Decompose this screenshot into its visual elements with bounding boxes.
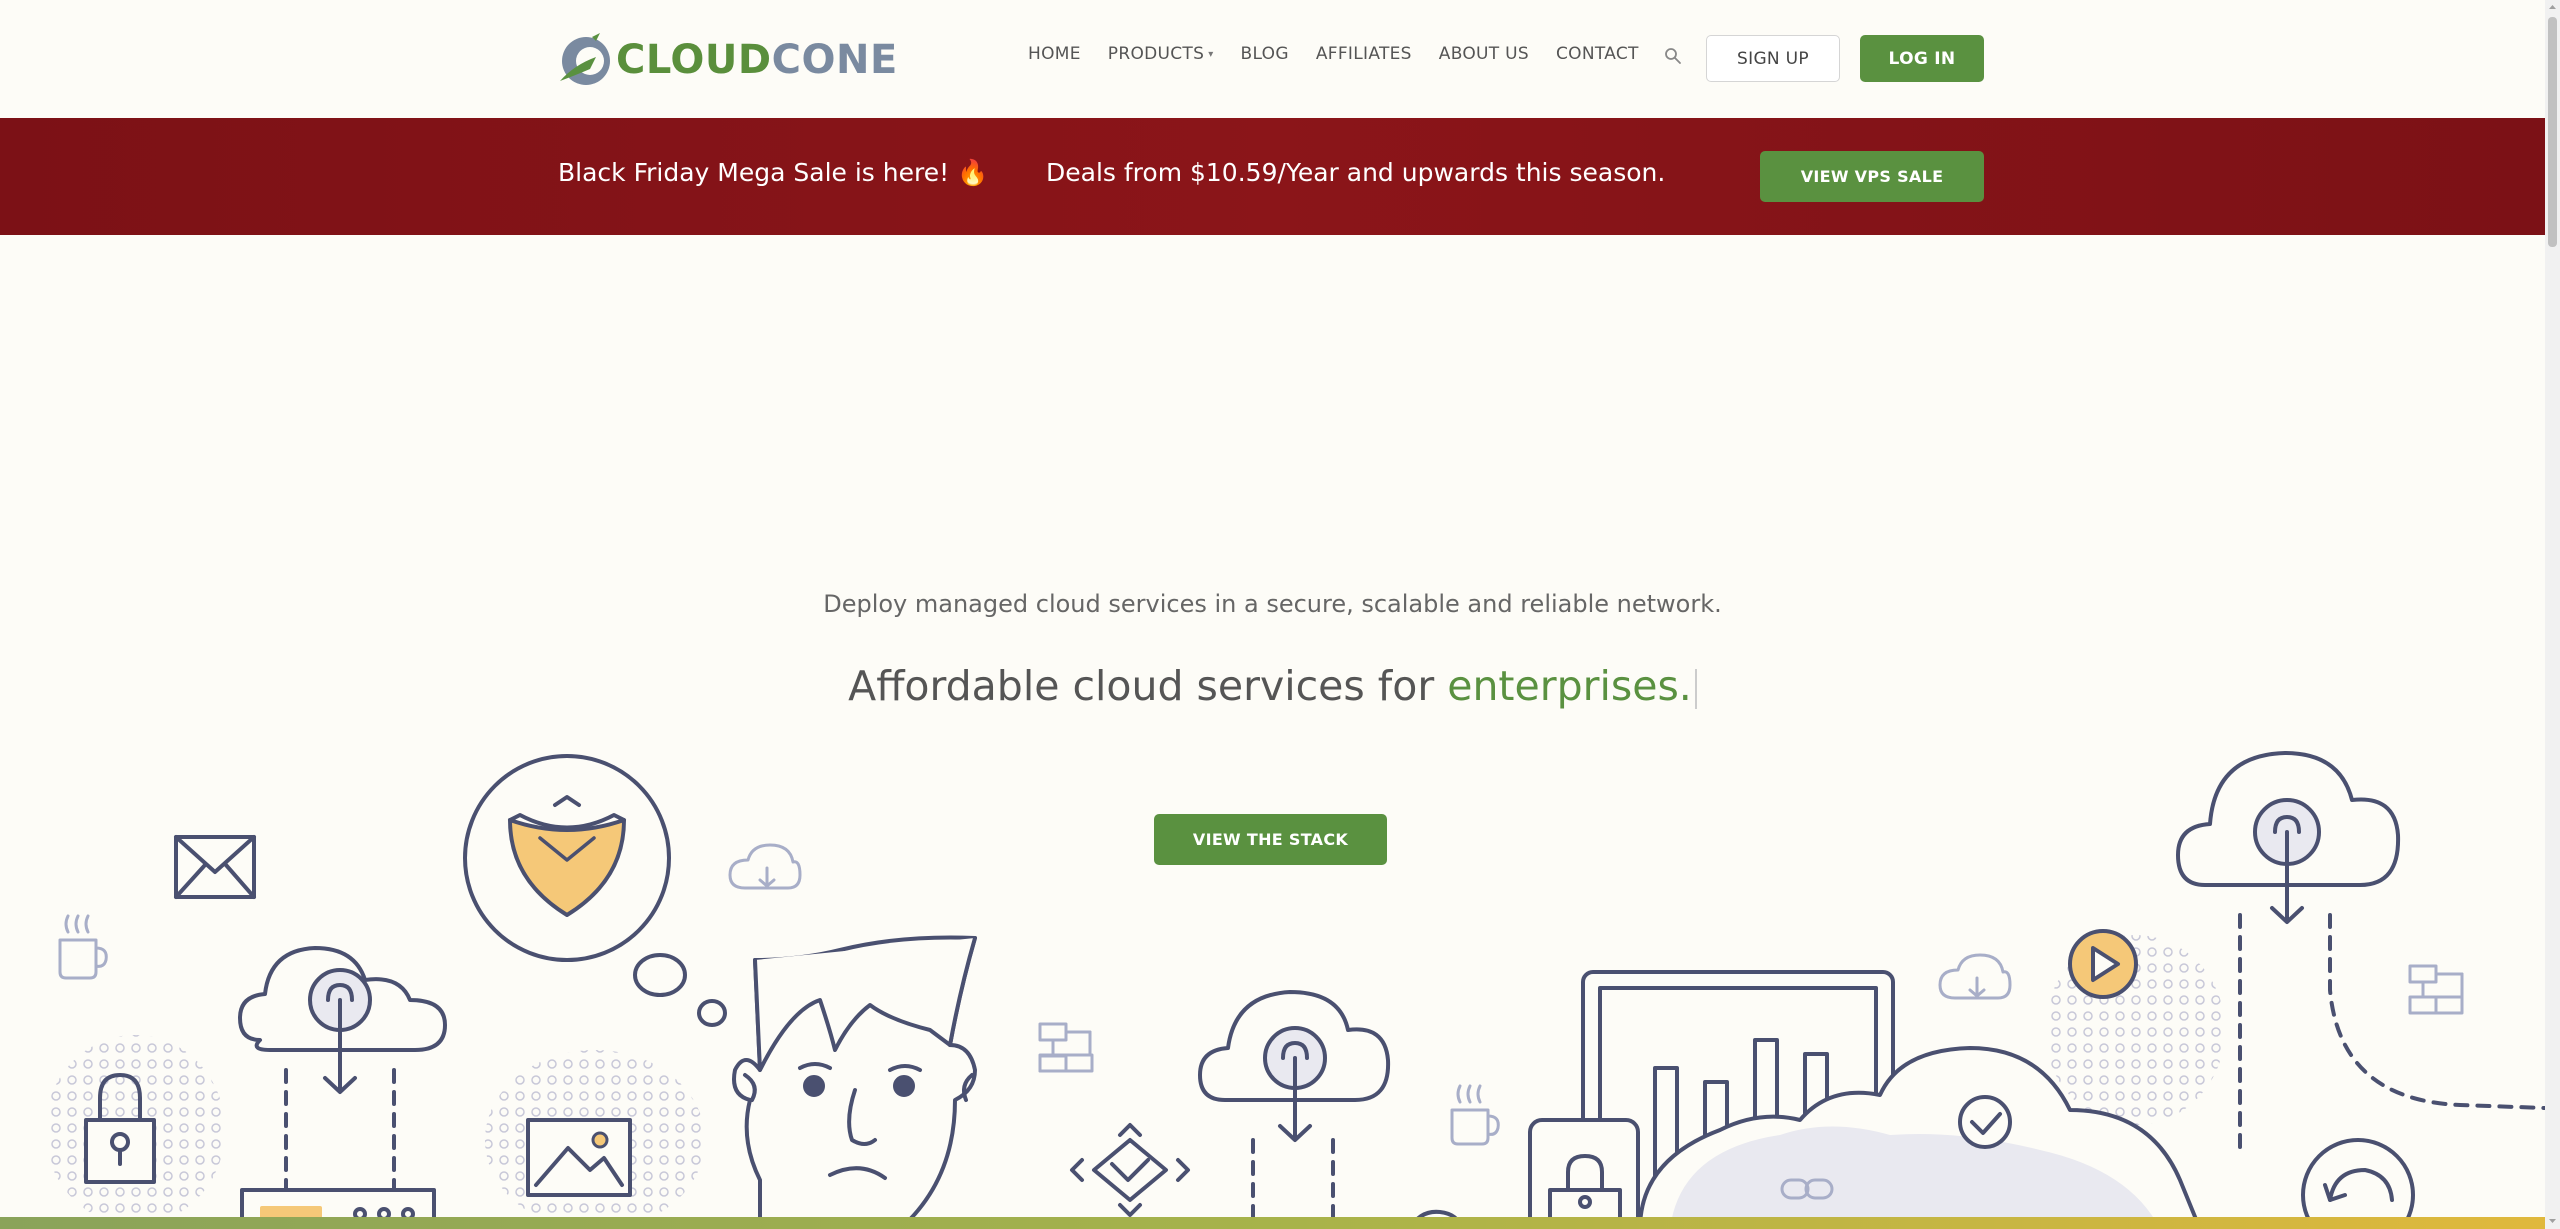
brand-logo[interactable]: CLOUDCONE: [556, 30, 898, 90]
nav-item-products-label: PRODUCTS: [1107, 44, 1205, 64]
scrollbar-thumb[interactable]: [2548, 17, 2557, 247]
nav-item-products[interactable]: PRODUCTS ▾: [1108, 44, 1214, 64]
hero-subtitle: Deploy managed cloud services in a secur…: [823, 590, 1722, 618]
nav-item-contact[interactable]: CONTACT: [1556, 44, 1639, 64]
play-icon: [2068, 929, 2138, 999]
bottom-color-strip: [0, 1217, 2545, 1229]
nav-item-home[interactable]: HOME: [1028, 44, 1081, 64]
site-header: CLOUDCONE HOME PRODUCTS ▾ BLOG AFFILIATES…: [0, 0, 2545, 118]
nav-item-blog[interactable]: BLOG: [1241, 44, 1289, 64]
shield-thought-icon: [463, 754, 727, 1027]
person-illustration: [732, 935, 977, 1229]
search-icon[interactable]: [1663, 46, 1683, 66]
sign-up-button[interactable]: SIGN UP: [1706, 35, 1840, 82]
coffee-cup-icon: [1450, 1084, 1500, 1146]
view-vps-sale-button[interactable]: VIEW VPS SALE: [1760, 151, 1984, 202]
cloud-upload-icon: [1198, 990, 1391, 1229]
refresh-icon: [2301, 1138, 2415, 1229]
diamond-check-icon: [1070, 1123, 1190, 1217]
coffee-cup-icon: [58, 914, 108, 980]
hero-title-accent: enterprises.: [1447, 662, 1692, 710]
main-nav: HOME PRODUCTS ▾ BLOG AFFILIATES ABOUT US …: [1028, 44, 1666, 64]
cloud-upload-icon: [2176, 751, 2545, 1152]
org-chart-icon: [1038, 1022, 1094, 1073]
image-icon: [526, 1118, 632, 1197]
promo-deals-text: Deals from $10.59/Year and upwards this …: [1046, 158, 1666, 187]
promo-headline: Black Friday Mega Sale is here! 🔥: [558, 158, 989, 187]
hero-title-prefix: Affordable cloud services for: [848, 662, 1448, 710]
cloud-download-icon: [728, 843, 802, 890]
typing-cursor: [1694, 669, 1697, 709]
nav-item-about-us[interactable]: ABOUT US: [1439, 44, 1529, 64]
chevron-down-icon: ▾: [1208, 48, 1214, 60]
phone-lock-icon: [1528, 1118, 1640, 1229]
log-in-button[interactable]: LOG IN: [1860, 35, 1984, 82]
cloud-download-icon: [1938, 953, 2012, 1000]
scroll-up-arrow-icon[interactable]: [2548, 2, 2557, 12]
nav-item-affiliates[interactable]: AFFILIATES: [1316, 44, 1412, 64]
brand-name: CLOUDCONE: [616, 37, 898, 83]
cloud-upload-icon: [238, 946, 447, 1202]
hero-illustration: [45, 751, 2545, 1229]
scroll-down-arrow-icon[interactable]: [2548, 1216, 2557, 1226]
promo-banner: Black Friday Mega Sale is here! 🔥 Deals …: [0, 118, 2545, 235]
envelope-icon: [174, 835, 256, 899]
brand-cloud: CLOUD: [616, 37, 772, 83]
brand-cone: CONE: [771, 37, 898, 83]
hero-title: Affordable cloud services for enterprise…: [0, 662, 2545, 710]
cloudcone-logo-icon: [560, 33, 610, 85]
org-chart-icon: [2408, 964, 2464, 1015]
